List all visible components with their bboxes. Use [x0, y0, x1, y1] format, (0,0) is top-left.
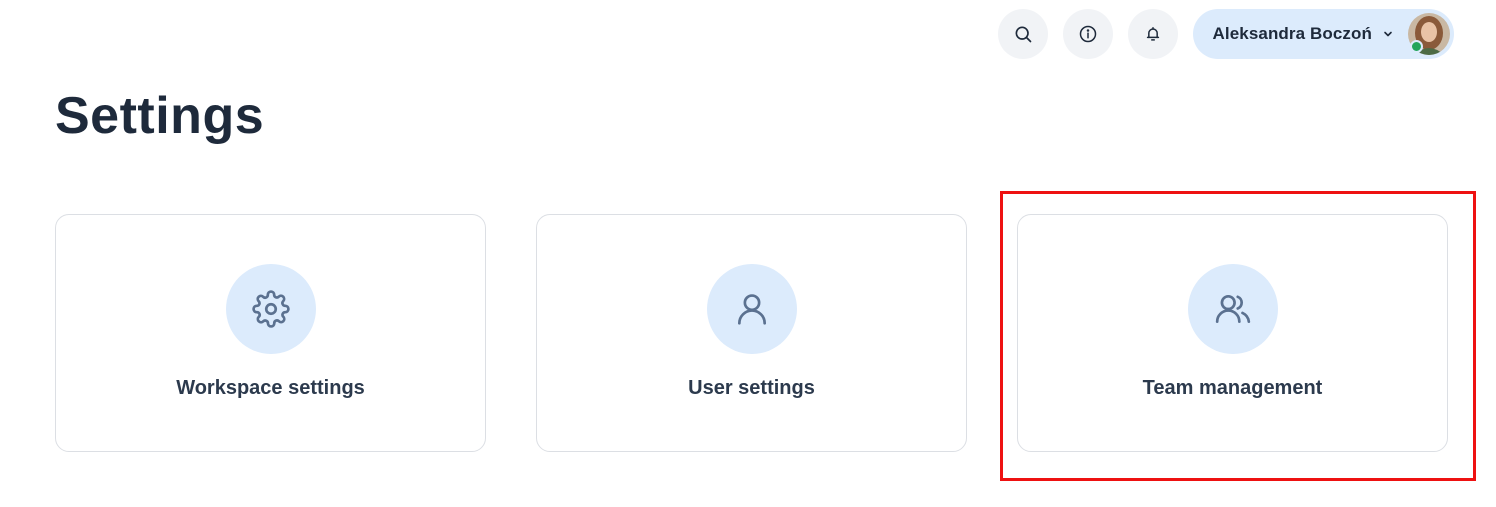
info-button[interactable]	[1062, 9, 1113, 59]
user-settings-label: User settings	[688, 377, 815, 399]
user-menu[interactable]: Aleksandra Boczoń	[1192, 9, 1454, 59]
workspace-settings-card[interactable]: Workspace settings	[55, 214, 486, 452]
user-settings-card[interactable]: User settings	[536, 214, 967, 452]
workspace-settings-icon-circle	[225, 264, 316, 354]
user-icon	[737, 294, 766, 325]
search-button[interactable]	[997, 9, 1048, 59]
chevron-down-icon	[1382, 28, 1394, 40]
page-title: Settings	[55, 87, 265, 145]
notifications-button[interactable]	[1127, 9, 1178, 59]
team-management-icon-circle	[1187, 264, 1278, 354]
bell-icon	[1146, 27, 1159, 41]
gear-icon	[251, 290, 290, 328]
settings-cards: Workspace settings User settings Team ma…	[55, 214, 1448, 452]
search-icon	[1015, 26, 1031, 43]
online-status-dot	[1410, 40, 1423, 53]
team-management-label: Team management	[1142, 377, 1323, 399]
workspace-settings-label: Workspace settings	[176, 377, 365, 399]
team-management-card[interactable]: Team management	[1017, 214, 1448, 452]
user-settings-icon-circle	[706, 264, 797, 354]
user-name: Aleksandra Boczoń	[1212, 24, 1372, 43]
info-icon	[1079, 25, 1096, 43]
top-bar: Aleksandra Boczoń	[997, 9, 1454, 59]
avatar[interactable]	[1408, 13, 1450, 55]
users-icon	[1215, 294, 1250, 324]
